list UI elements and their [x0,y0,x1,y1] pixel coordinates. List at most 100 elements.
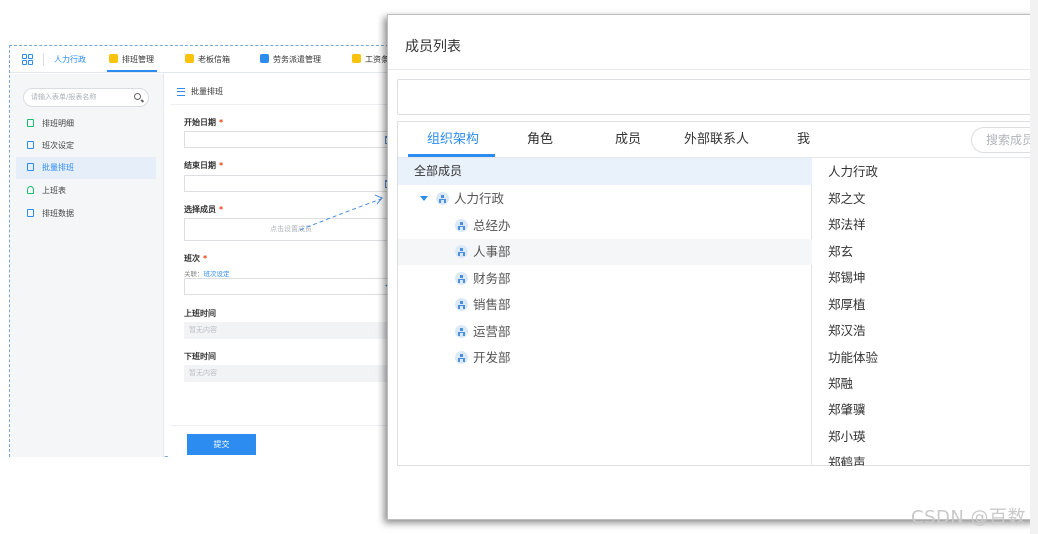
tab-label: 成员 [615,132,642,147]
modal-title: 成员列表 [405,39,461,55]
start-date-label-text: 开始日期 [184,118,216,127]
nav-item-label: 老板信箱 [198,55,230,64]
tab-external-contacts[interactable]: 外部联系人 [684,122,749,158]
org-icon [455,325,468,338]
top-nav: 人力行政 排班管理 老板信箱 劳务派遣管理 工资条 [10,46,398,73]
tree-node-dept[interactable]: 总经办 [398,213,812,239]
sidebar-item-label: 上班表 [42,186,66,195]
member-select-placeholder: 点击设置成员 [270,225,312,233]
tab-roles[interactable]: 角色 [527,122,553,158]
sidebar-item-label: 批量排班 [42,163,74,172]
member-item[interactable]: 郑融 [828,371,853,397]
member-search-input[interactable]: 搜索成员 [971,127,1038,153]
member-item[interactable]: 郑之文 [828,186,866,212]
submit-button[interactable]: 提交 [187,434,256,455]
page-scroll-strip [1030,0,1038,534]
tree-item-all-members[interactable]: 全部成员 [398,158,812,185]
tab-me[interactable]: 我 [797,122,810,158]
required-mark: * [203,254,208,263]
member-item[interactable]: 郑厚植 [828,292,866,318]
nav-item-label: 劳务派遣管理 [273,55,321,64]
org-tree: 全部成员 人力行政 总经办 人事部 财务部 销售部 运营部 开发部 [398,158,812,466]
required-mark: * [219,205,224,214]
shift-select[interactable] [184,278,398,295]
org-icon [455,245,468,258]
member-item[interactable]: 郑鹤声 [828,450,866,466]
member-item[interactable]: 郑小瑛 [828,424,866,450]
org-icon [436,192,449,205]
related-link[interactable]: 班次设定 [204,270,230,278]
tree-node-dept[interactable]: 销售部 [398,292,812,318]
member-item[interactable]: 郑汉浩 [828,318,866,344]
member-item[interactable]: 郑肇骥 [828,397,866,423]
on-time-label: 上班时间 [184,308,216,319]
form-title: 批量排班 [191,87,223,96]
tree-node-dept[interactable]: 运营部 [398,319,812,345]
nav-item-dispatch[interactable]: 劳务派遣管理 [260,46,321,73]
member-name: 郑厚植 [828,297,866,312]
member-name: 郑之文 [828,191,866,206]
nav-item-payslip[interactable]: 工资条 [352,46,389,73]
sidebar-item-work-table[interactable]: 上班表 [16,180,156,202]
tree-node-label: 财务部 [473,271,511,286]
member-item[interactable]: 郑玄 [828,239,853,265]
tab-label: 角色 [527,132,554,147]
sidebar: 请输入表单/报表名称 排班明细 班次设定 批量排班 上班表 排班数据 [10,74,164,457]
nav-item-hr[interactable]: 人力行政 [54,46,86,73]
sidebar-item-label: 排班明细 [42,119,74,128]
member-select-field[interactable]: 点击设置成员 [184,218,398,241]
end-date-input[interactable] [184,175,398,192]
tab-label: 组织架构 [427,132,480,147]
modal-header-divider [388,69,1037,70]
member-list-modal: 成员列表 组织架构 角色 成员 外部联系人 我 搜索成员 全部成员 人力行政 总… [387,14,1038,520]
tree-node-hr[interactable]: 人力行政 [398,186,812,212]
required-mark: * [219,161,224,170]
on-time-label-text: 上班时间 [184,309,216,318]
member-item[interactable]: 人力行政 [828,159,878,185]
form-header: 批量排班 [170,79,398,105]
sidebar-item-shift-setting[interactable]: 班次设定 [16,135,156,157]
member-item[interactable]: 郑锡坤 [828,265,866,291]
member-name: 郑融 [828,376,854,391]
watermark: CSDN @百数 [911,507,1027,528]
sidebar-item-label: 排班数据 [42,209,74,218]
member-item[interactable]: 功能体验 [828,345,878,371]
sidebar-item-batch-schedule[interactable]: 批量排班 [16,157,156,179]
member-name: 郑玄 [828,244,854,259]
off-time-value: 暂无内容 [189,369,217,377]
member-item[interactable]: 郑法祥 [828,212,866,238]
tab-org-structure[interactable]: 组织架构 [427,122,479,158]
tree-node-dept[interactable]: 开发部 [398,345,812,371]
blue-send-icon [260,54,269,63]
tree-node-dept[interactable]: 财务部 [398,266,812,292]
start-date-input[interactable] [184,131,398,148]
list-lines-icon [177,88,185,96]
tree-node-dept[interactable]: 人事部 [398,239,812,265]
tab-members[interactable]: 成员 [615,122,641,158]
form-panel: 批量排班 开始日期 * 结束日期 * 选择成员 * 点击设置成员 班次 * 关联：班次设… [170,79,398,457]
sidebar-item-schedule-detail[interactable]: 排班明细 [16,113,156,135]
screenshot-stage: 人力行政 排班管理 老板信箱 劳务派遣管理 工资条 请输入表单/报表名称 排班明… [0,0,1038,534]
caret-down-icon[interactable] [420,196,428,201]
member-name: 郑肇骥 [828,402,866,417]
required-mark: * [219,118,224,127]
member-label-text: 选择成员 [184,205,216,214]
nav-item-scheduling[interactable]: 排班管理 [109,46,154,73]
background-app: 人力行政 排班管理 老板信箱 劳务派遣管理 工资条 请输入表单/报表名称 排班明… [9,45,399,457]
member-name: 郑鹤声 [828,455,866,466]
tree-node-label: 总经办 [473,218,511,233]
sidebar-search-input[interactable]: 请输入表单/报表名称 [23,88,149,107]
tree-node-label: 人事部 [473,244,511,259]
doc-icon [27,141,34,149]
member-name: 郑小瑛 [828,429,866,444]
on-time-field: 暂无内容 [184,322,398,339]
apps-grid-icon[interactable] [22,54,33,65]
selected-members-input[interactable] [397,79,1038,115]
search-icon[interactable] [134,93,141,100]
member-search-placeholder: 搜索成员 [986,133,1035,147]
sidebar-item-schedule-data[interactable]: 排班数据 [16,203,156,225]
bell-icon [27,186,34,194]
nav-item-mailbox[interactable]: 老板信箱 [185,46,230,73]
sidebar-search-placeholder: 请输入表单/报表名称 [31,93,97,101]
tree-item-label: 全部成员 [414,164,463,178]
